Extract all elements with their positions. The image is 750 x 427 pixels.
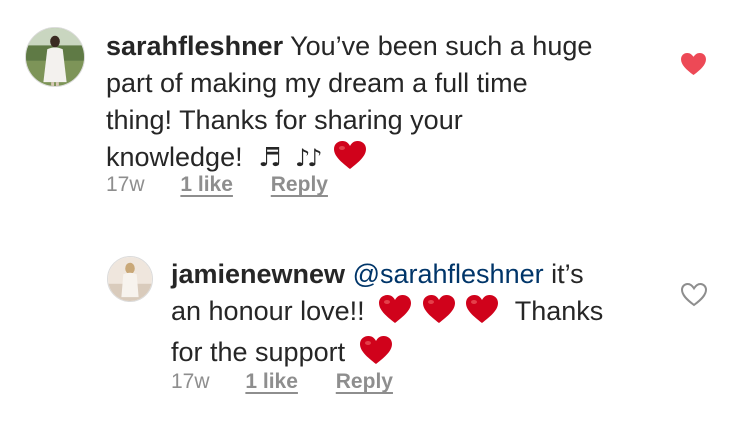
musical-notes-icon: ♪♪ [294,144,323,172]
avatar-jamienewnew[interactable] [107,256,153,302]
comment-text-line-1: You’ve been such a huge [290,31,593,61]
likes-count-link[interactable]: 1 like [180,173,233,196]
comment-text-line-4: knowledge! [106,142,243,172]
reply-button[interactable]: Reply [271,173,328,196]
red-heart-emoji-icon [359,335,393,375]
reply-button[interactable]: Reply [336,370,393,393]
reply-line-2: an honour love!! Thanks [171,293,651,334]
comment-text-line-3: thing! Thanks for sharing your [106,105,463,135]
musical-notes-icon: ♬ [258,143,282,173]
reply-text-line-3: for the support [171,337,346,367]
reply-body: jamienewnew @sarahfleshner it’s an honou… [171,256,651,375]
red-heart-emoji-icon [465,294,499,334]
comment-meta: 17w 1 like Reply [106,173,328,197]
red-heart-emoji-icon [378,294,412,334]
reply-meta: 17w 1 like Reply [171,370,393,394]
reply-username[interactable]: jamienewnew [171,259,345,289]
reply-timestamp: 17w [171,370,210,393]
reply-text-line-2-rest: Thanks [514,296,604,326]
reply-text-line-2: an honour love!! [171,296,365,326]
avatar-photo [108,257,152,301]
comment-body: sarahfleshner You’ve been such a huge pa… [106,28,666,180]
heart-filled-icon[interactable] [680,52,707,76]
comment-text-line-2: part of making my dream a full time [106,68,528,98]
mention-link[interactable]: @sarahfleshner [353,259,544,289]
red-heart-emoji-icon [333,140,367,180]
comment-line-1: sarahfleshner You’ve been such a huge [106,28,666,65]
avatar-sarahfleshner[interactable] [25,27,85,87]
comment-username[interactable]: sarahfleshner [106,31,283,61]
red-heart-emoji-icon [422,294,456,334]
comment-timestamp: 17w [106,173,145,196]
heart-outline-icon[interactable] [680,282,708,307]
reply-line-3: for the support [171,334,651,375]
likes-count-link[interactable]: 1 like [245,370,298,393]
reply-line-1: jamienewnew @sarahfleshner it’s [171,256,651,293]
avatar-photo [26,28,84,86]
reply-text-line-1: it’s [551,259,584,289]
